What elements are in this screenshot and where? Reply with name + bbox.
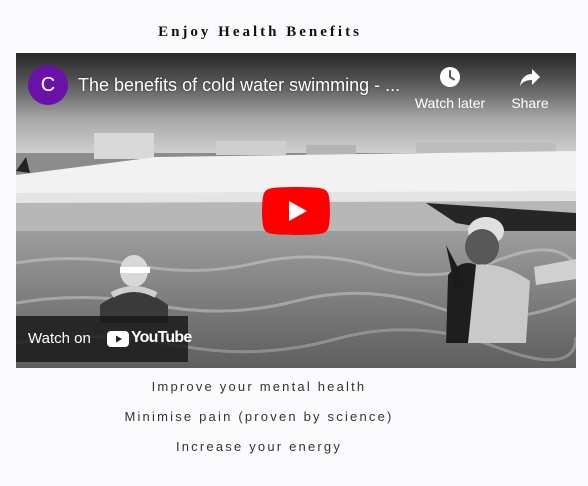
benefit-item: Increase your energy (175, 439, 343, 454)
watch-later-label: Watch later (414, 95, 486, 111)
watch-later-button[interactable]: Watch later (414, 65, 486, 111)
clock-icon (440, 67, 460, 87)
channel-avatar[interactable]: C (28, 65, 68, 105)
watch-on-youtube-button[interactable]: Watch on YouTube (16, 316, 192, 362)
watch-on-label: Watch on (28, 330, 91, 347)
video-title[interactable]: The benefits of cold water swimming - ..… (78, 75, 408, 96)
benefit-item: Minimise pain (proven by science) (124, 409, 394, 424)
section-heading: Enjoy Health Benefits (158, 24, 362, 40)
youtube-wordmark: YouTube (131, 329, 192, 346)
benefit-item: Improve your mental health (151, 379, 367, 394)
play-button[interactable] (262, 187, 330, 235)
share-button[interactable]: Share (504, 65, 556, 111)
share-arrow-icon (520, 69, 540, 86)
youtube-video-embed[interactable]: C The benefits of cold water swimming - … (16, 53, 576, 368)
share-label: Share (511, 95, 549, 111)
youtube-logo-icon (107, 331, 129, 347)
